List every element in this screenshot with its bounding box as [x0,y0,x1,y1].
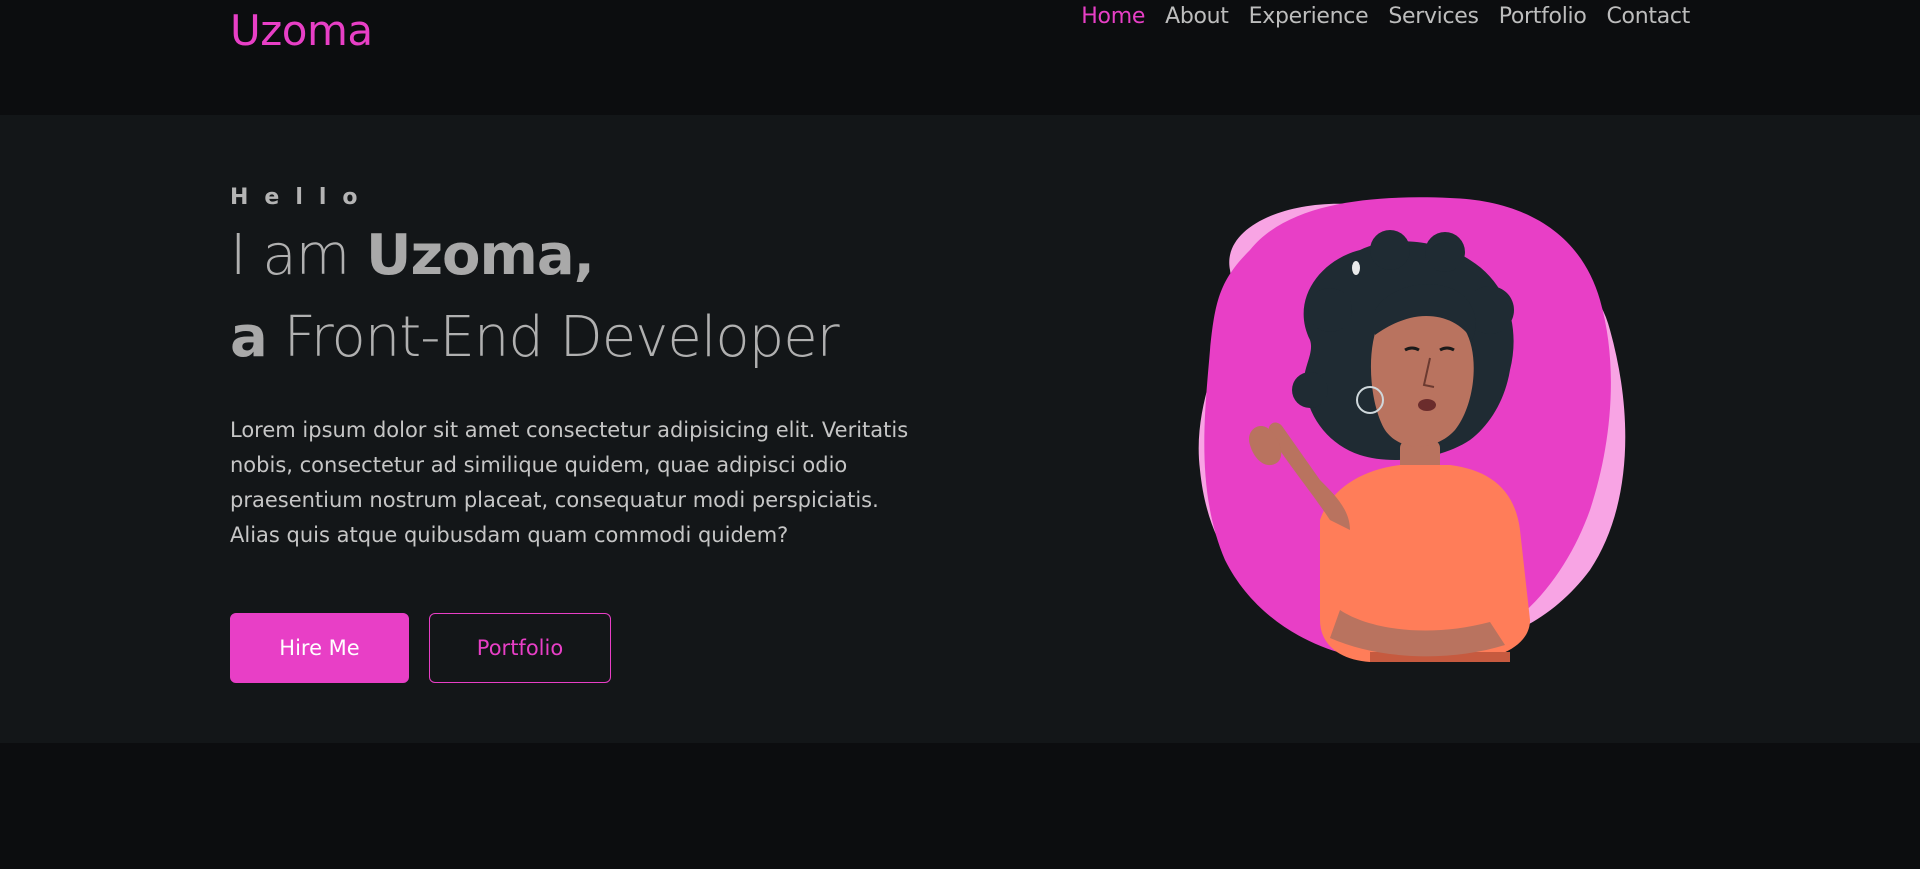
nav-link-portfolio[interactable]: Portfolio [1499,4,1587,29]
hero-illustration [1190,190,1640,670]
nav-item-services: Services [1388,4,1479,29]
hire-me-button[interactable]: Hire Me [230,613,409,683]
nav-item-portfolio: Portfolio [1499,4,1587,29]
nav-item-contact: Contact [1607,4,1691,29]
hero-greeting: Hello [230,185,374,210]
nav-list: Home About Experience Services Portfolio… [1081,4,1690,29]
hero-headline: I am Uzoma, a Front-End Developer [230,215,840,379]
nav-item-experience: Experience [1249,4,1369,29]
nav-item-about: About [1165,4,1229,29]
nav-link-services[interactable]: Services [1388,4,1479,29]
headline-role: Front-End Developer [266,305,840,370]
headline-article: a [230,305,268,370]
nav-link-home[interactable]: Home [1081,4,1145,29]
portfolio-button[interactable]: Portfolio [429,613,611,683]
hero-description: Lorem ipsum dolor sit amet consectetur a… [230,418,909,547]
headline-prefix: I am [230,223,366,288]
nav-link-contact[interactable]: Contact [1607,4,1691,29]
woman-avatar-illustration [1198,197,1626,662]
nav-link-experience[interactable]: Experience [1249,4,1369,29]
nav-link-about[interactable]: About [1165,4,1229,29]
logo[interactable]: Uzoma [230,6,373,55]
page: Uzoma Home About Experience Services Por… [0,0,1920,869]
nav-item-home: Home [1081,4,1145,29]
site-header: Uzoma Home About Experience Services Por… [0,0,1920,115]
hero-section: Hello I am Uzoma, a Front-End Developer … [0,115,1920,743]
headline-name: Uzoma, [365,223,595,288]
